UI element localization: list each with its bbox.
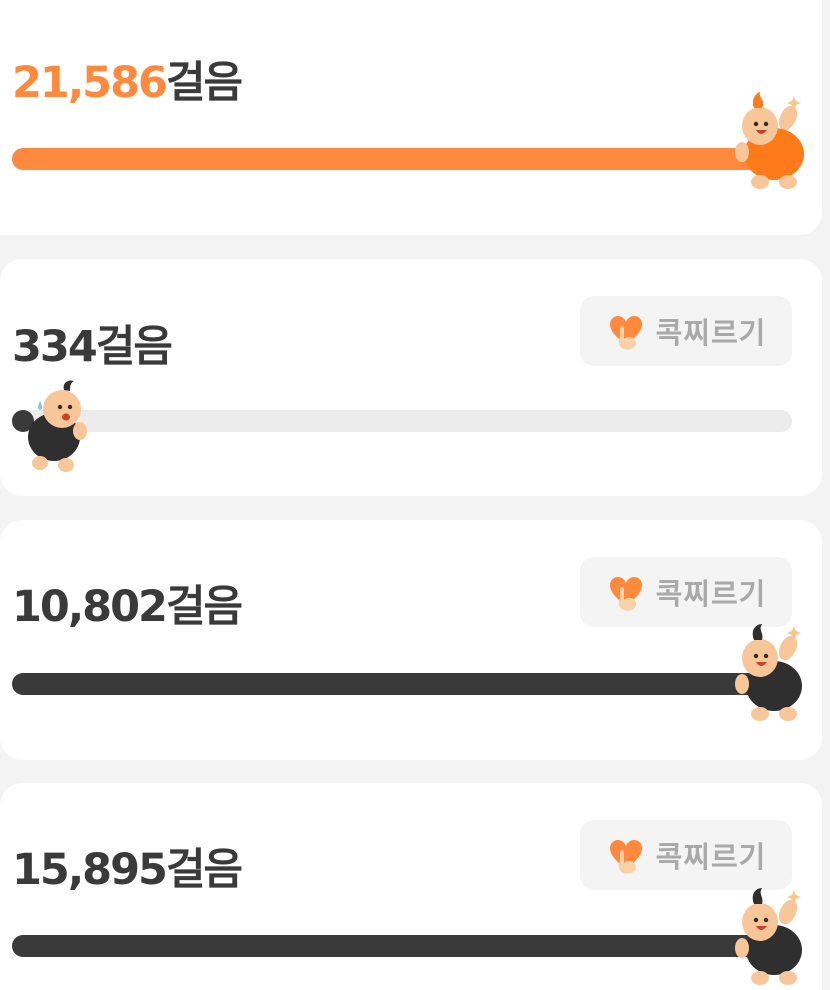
mascot-black-cheering-icon	[735, 888, 802, 985]
poke-hand-icon	[609, 316, 642, 350]
mascot-black-cheering-icon	[735, 624, 802, 721]
step-count: 10,802걸음	[12, 572, 243, 634]
mascot-black-sweating-icon	[28, 380, 87, 472]
poke-hand-icon	[609, 577, 642, 611]
poke-button-label: 콕찌르기	[655, 840, 767, 874]
step-count-unit: 걸음	[165, 845, 243, 895]
step-progress-fill	[12, 935, 792, 957]
step-progress-fill	[12, 673, 792, 695]
poke-button[interactable]: 콕찌르기	[580, 820, 792, 890]
step-count-number: 15,895	[12, 845, 168, 895]
friend-step-card: 334걸음 콕찌르기	[0, 259, 822, 496]
poke-button-label: 콕찌르기	[655, 316, 767, 350]
step-count: 21,586걸음	[12, 48, 243, 110]
step-count-number: 10,802	[12, 582, 168, 632]
poke-hand-icon	[609, 840, 642, 874]
friend-step-card: 15,895걸음 콕찌르기	[0, 783, 822, 990]
step-progress-track	[12, 148, 792, 170]
step-progress-fill	[12, 148, 792, 170]
step-count-unit: 걸음	[165, 582, 243, 632]
friend-step-card: 10,802걸음 콕찌르기	[0, 520, 822, 760]
step-ranking-list: 21,586걸음 334걸음 콕찌르기 10,802걸음 콕찌르기 15,895…	[0, 0, 830, 990]
poke-button[interactable]: 콕찌르기	[580, 296, 792, 366]
step-count: 15,895걸음	[12, 835, 243, 897]
poke-button-label: 콕찌르기	[655, 577, 767, 611]
step-count-number: 21,586	[12, 58, 168, 108]
step-progress-track	[12, 935, 792, 957]
my-step-card: 21,586걸음	[0, 0, 822, 235]
step-count: 334걸음	[12, 312, 173, 374]
step-count-unit: 걸음	[165, 58, 243, 108]
step-progress-track	[12, 410, 792, 432]
step-count-number: 334	[12, 322, 98, 372]
poke-button[interactable]: 콕찌르기	[580, 557, 792, 627]
step-count-unit: 걸음	[95, 322, 173, 372]
step-progress-track	[12, 673, 792, 695]
mascot-orange-cheering-icon	[735, 92, 804, 189]
